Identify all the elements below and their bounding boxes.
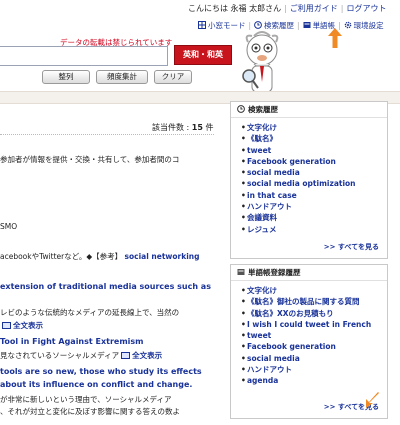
result-count-label: 該当件数 : [152, 123, 190, 132]
history-see-all-link[interactable]: >> すべてを見る [324, 242, 379, 252]
wordbook-item-label: tweet [247, 331, 272, 341]
wordbook-item-label: Facebook generation [247, 342, 336, 352]
wordbook-item[interactable]: •agenda [241, 375, 387, 386]
history-item[interactable]: •ハンドアウト [241, 201, 387, 212]
result-heading[interactable]: tools are so new, those who study its ef… [0, 367, 202, 376]
orange-arrow-icon [366, 392, 379, 408]
logout-link[interactable]: ログアウト [347, 4, 387, 13]
history-list: •文字化け •《駄名》 •tweet •Facebook generation … [231, 118, 387, 235]
search-history-panel: 検索履歴 •文字化け •《駄名》 •tweet •Facebook genera… [230, 101, 388, 259]
history-item-label: in that case [247, 190, 297, 200]
history-item[interactable]: •in that case [241, 190, 387, 201]
history-item-label: social media [247, 168, 300, 178]
history-item[interactable]: •tweet [241, 145, 387, 156]
result-line-text: 見なされているソーシャルメディア [0, 351, 120, 360]
history-item[interactable]: •《駄名》 [241, 133, 387, 144]
history-item[interactable]: •social media optimization [241, 178, 387, 189]
panel-title: 単語帳登録履歴 [248, 268, 301, 277]
history-item-label: レジュメ [247, 224, 277, 234]
result-line: 参加者が情報を提供・交換・共有して、参加者間のコ [0, 155, 180, 164]
clear-button[interactable]: クリア [154, 70, 192, 84]
history-item[interactable]: •Facebook generation [241, 156, 387, 167]
wordbook-icon [303, 22, 311, 28]
panel-header: 単語帳登録履歴 [231, 265, 387, 281]
divider [0, 134, 214, 135]
panel-title: 検索履歴 [248, 105, 278, 114]
guide-link[interactable]: ご利用ガイド [290, 4, 338, 13]
wordbook-item[interactable]: •I wish I could tweet in French [241, 319, 387, 330]
wordbook-item-label: agenda [247, 376, 279, 386]
result-line: レビのような伝統的なメディアの延長線上で、当然の [0, 308, 180, 317]
result-link[interactable]: social networking [125, 252, 200, 261]
wordbook-item-label: 《駄名》XXのお見積もり [247, 308, 334, 318]
user-name: 永福 太郎さん [230, 4, 282, 13]
full-text-link[interactable]: 全文表示 [13, 321, 43, 330]
settings-link[interactable]: 環境設定 [344, 21, 384, 30]
history-item[interactable]: •会議資料 [241, 212, 387, 223]
result-heading[interactable]: extension of traditional media sources s… [0, 282, 211, 291]
panel-header: 検索履歴 [231, 102, 387, 118]
search-input[interactable] [0, 46, 168, 66]
result-heading[interactable]: about its influence on conflict and chan… [0, 380, 192, 389]
professor-mascot-icon [242, 31, 279, 93]
sort-button[interactable]: 整列 [42, 70, 90, 84]
wordbook-item[interactable]: •Facebook generation [241, 341, 387, 352]
result-count: 該当件数 : 15 件 [152, 122, 213, 133]
result-line-text: acebookやTwitterなど。◆【参考】 [0, 252, 123, 261]
history-item[interactable]: •social media [241, 167, 387, 178]
wordbook-item[interactable]: •tweet [241, 330, 387, 341]
wordbook-item[interactable]: •social media [241, 353, 387, 364]
wordbook-list: •文字化け •《駄名》御社の製品に関する質問 •《駄名》XXのお見積もり •I … [231, 281, 387, 387]
result-heading[interactable]: Tool in Fight Against Extremism [0, 337, 144, 346]
result-line: が非常に新しいという理由で、ソーシャルメディア [0, 395, 172, 404]
history-item-label: 会議資料 [247, 213, 277, 223]
mode-links: 小窓モード | 検索履歴 | 単語帳 | 環境設定 [198, 20, 384, 31]
result-line: SMO [0, 222, 18, 231]
full-text-link-row: 全文表示 [0, 320, 43, 331]
mini-window-mode-link[interactable]: 小窓モード [198, 21, 246, 30]
wordbook-item[interactable]: •文字化け [241, 285, 387, 296]
book-icon [2, 322, 11, 329]
history-item[interactable]: •文字化け [241, 122, 387, 133]
result-line: acebookやTwitterなど。◆【参考】 social networkin… [0, 251, 199, 262]
eiwa-waei-search-button[interactable]: 英和・和英 [174, 45, 232, 65]
wordbook-item-label: 文字化け [247, 286, 277, 295]
wordbook-item[interactable]: •ハンドアウト [241, 364, 387, 375]
history-item-label: tweet [247, 145, 272, 155]
user-greeting: こんにちは 永福 太郎さん | ご利用ガイド | ログアウト [188, 4, 387, 13]
wordbook-item-label: social media [247, 353, 300, 363]
header: こんにちは 永福 太郎さん | ご利用ガイド | ログアウト 小窓モード | 検索履歴 | 単語… [0, 0, 400, 104]
gear-icon [344, 21, 351, 29]
settings-label: 環境設定 [353, 21, 384, 30]
wordbook-item[interactable]: •《駄名》XXのお見積もり [241, 308, 387, 319]
wordbook-item-label: 《駄名》御社の製品に関する質問 [247, 297, 360, 307]
history-item-label: 《駄名》 [247, 134, 277, 144]
result-count-unit: 件 [205, 123, 214, 132]
results-pane: 該当件数 : 15 件 参加者が情報を提供・交換・共有して、参加者間のコ SMO… [0, 104, 224, 425]
wordbook-icon [237, 269, 245, 275]
wordbook-item-label: I wish I could tweet in French [247, 319, 372, 329]
result-line: 、それが対立と変化に及ぼす影響に関する答えの数よ [0, 407, 180, 416]
wordbook-item[interactable]: •《駄名》御社の製品に関する質問 [241, 296, 387, 307]
history-item-label: Facebook generation [247, 156, 336, 166]
history-item-label: social media optimization [247, 179, 356, 189]
wordbook-item-label: ハンドアウト [247, 365, 292, 375]
book-icon [121, 352, 131, 359]
clock-icon [237, 105, 245, 113]
result-count-value: 15 [191, 123, 203, 132]
result-line: 見なされているソーシャルメディア 全文表示 [0, 350, 162, 361]
window-icon [198, 21, 206, 29]
full-text-link[interactable]: 全文表示 [132, 351, 162, 360]
history-item[interactable]: •レジュメ [241, 224, 387, 235]
greeting-text: こんにちは [188, 4, 228, 13]
history-item-label: ハンドアウト [247, 202, 292, 212]
frequency-count-button[interactable]: 頻度集計 [96, 70, 148, 84]
orange-arrow-icon [328, 28, 342, 48]
history-item-label: 文字化け [247, 123, 277, 132]
